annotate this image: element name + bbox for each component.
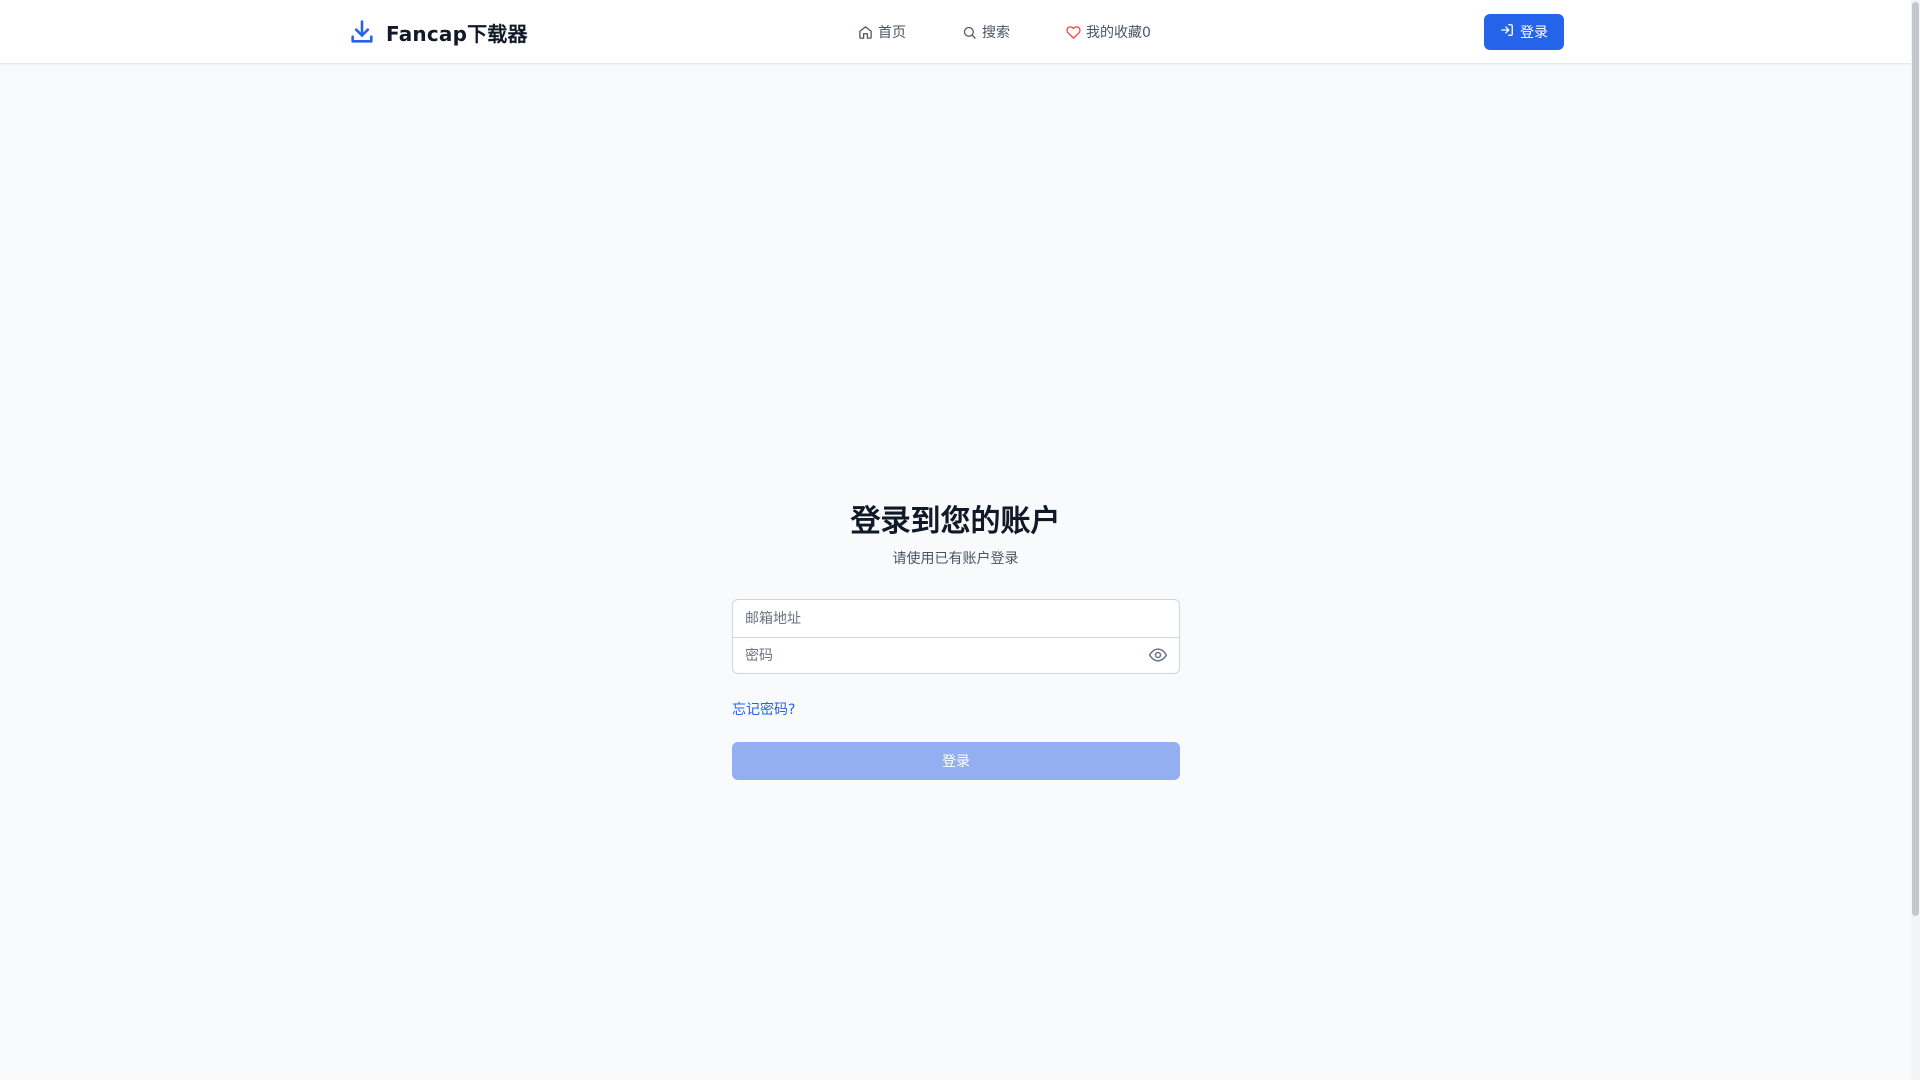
top-navbar: Fancap下载器 首页 搜索 我的收藏0 登录 [0, 0, 1911, 64]
download-icon [348, 18, 376, 46]
page-title: 登录到您的账户 [850, 504, 1061, 539]
credentials-group [732, 599, 1180, 674]
email-field[interactable] [733, 600, 1179, 637]
nav-item-label: 搜索 [982, 25, 1010, 41]
page-subtitle: 请使用已有账户登录 [892, 551, 1019, 567]
password-field[interactable] [733, 637, 1179, 674]
nav-item-label: 我的收藏0 [1086, 25, 1151, 41]
main-nav: 首页 搜索 我的收藏0 [858, 20, 1151, 44]
home-icon [858, 25, 873, 40]
heart-icon [1066, 25, 1081, 40]
scrollbar-thumb[interactable] [1912, 2, 1919, 916]
brand-name: Fancap下载器 [386, 21, 528, 46]
nav-item-label: 首页 [878, 25, 906, 41]
header-login-button[interactable]: 登录 [1484, 14, 1564, 50]
nav-item-search[interactable]: 搜索 [962, 20, 1010, 44]
eye-icon[interactable] [1147, 646, 1169, 664]
nav-item-favorites[interactable]: 我的收藏0 [1066, 20, 1151, 44]
header-login-label: 登录 [1520, 25, 1548, 41]
login-submit-button[interactable]: 登录 [732, 742, 1180, 780]
search-icon [962, 25, 977, 40]
login-icon [1500, 23, 1514, 41]
nav-item-home[interactable]: 首页 [858, 20, 906, 44]
forgot-password-link[interactable]: 忘记密码? [732, 699, 795, 719]
brand-logo-link[interactable]: Fancap下载器 [348, 14, 528, 50]
